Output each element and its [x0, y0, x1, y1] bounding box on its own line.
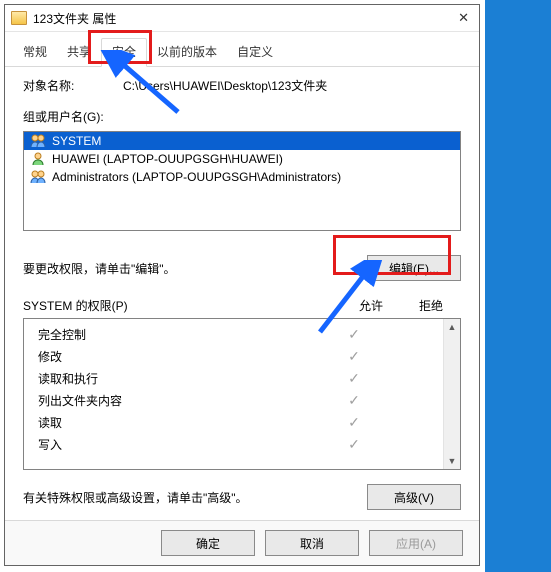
object-name-row: 对象名称: C:\Users\HUAWEI\Desktop\123文件夹 [23, 77, 461, 94]
tab-general[interactable]: 常规 [13, 39, 57, 66]
permissions-body: 完全控制✓修改✓读取和执行✓列出文件夹内容✓读取✓写入✓ [24, 319, 444, 469]
screen: 123文件夹 属性 ✕ 常规 共享 安全 以前的版本 自定义 对象名称: C:\… [0, 0, 551, 572]
permission-row: 完全控制✓ [24, 323, 444, 345]
allow-check-icon: ✓ [324, 326, 384, 343]
window-title: 123文件夹 属性 [33, 10, 454, 27]
users-icon [30, 170, 46, 184]
permission-name: 读取和执行 [38, 370, 324, 387]
scrollbar[interactable]: ▲ ▼ [443, 319, 460, 469]
permissions-header: SYSTEM 的权限(P) 允许 拒绝 [23, 297, 461, 314]
advanced-hint: 有关特殊权限或高级设置，请单击"高级"。 [23, 489, 248, 506]
list-item-label: Administrators (LAPTOP-OUUPGSGH\Administ… [52, 170, 341, 184]
permission-row: 读取和执行✓ [24, 367, 444, 389]
scroll-down-icon[interactable]: ▼ [444, 453, 460, 469]
edit-hint: 要更改权限，请单击"编辑"。 [23, 260, 176, 277]
permission-row: 列出文件夹内容✓ [24, 389, 444, 411]
list-item-label: SYSTEM [52, 134, 101, 148]
list-item[interactable]: SYSTEM [24, 132, 460, 150]
cancel-button[interactable]: 取消 [265, 530, 359, 556]
close-icon[interactable]: ✕ [454, 10, 473, 26]
allow-check-icon: ✓ [324, 370, 384, 387]
allow-header: 允许 [341, 297, 401, 314]
advanced-row: 有关特殊权限或高级设置，请单击"高级"。 高级(V) [23, 484, 461, 510]
permission-name: 写入 [38, 436, 324, 453]
tab-content: 对象名称: C:\Users\HUAWEI\Desktop\123文件夹 组或用… [5, 67, 479, 510]
object-name-label: 对象名称: [23, 77, 123, 94]
tab-strip: 常规 共享 安全 以前的版本 自定义 [5, 32, 479, 67]
permissions-listbox: 完全控制✓修改✓读取和执行✓列出文件夹内容✓读取✓写入✓ ▲ ▼ [23, 318, 461, 470]
list-item[interactable]: HUAWEI (LAPTOP-OUUPGSGH\HUAWEI) [24, 150, 460, 168]
list-item-label: HUAWEI (LAPTOP-OUUPGSGH\HUAWEI) [52, 152, 283, 166]
object-name-value: C:\Users\HUAWEI\Desktop\123文件夹 [123, 77, 461, 94]
titlebar: 123文件夹 属性 ✕ [5, 5, 479, 32]
deny-header: 拒绝 [401, 297, 461, 314]
properties-dialog: 123文件夹 属性 ✕ 常规 共享 安全 以前的版本 自定义 对象名称: C:\… [4, 4, 480, 566]
permission-row: 写入✓ [24, 433, 444, 455]
groups-listbox[interactable]: SYSTEM HUAWEI (LAPTOP-OUUPGSGH\HUAWEI) A… [23, 131, 461, 231]
folder-icon [11, 11, 27, 25]
permission-row: 修改✓ [24, 345, 444, 367]
permission-name: 读取 [38, 414, 324, 431]
allow-check-icon: ✓ [324, 392, 384, 409]
permission-name: 列出文件夹内容 [38, 392, 324, 409]
permission-name: 修改 [38, 348, 324, 365]
apply-button[interactable]: 应用(A) [369, 530, 463, 556]
allow-check-icon: ✓ [324, 348, 384, 365]
tab-previous-versions[interactable]: 以前的版本 [147, 39, 227, 66]
allow-check-icon: ✓ [324, 436, 384, 453]
permissions-title: SYSTEM 的权限(P) [23, 297, 341, 314]
tab-sharing[interactable]: 共享 [57, 39, 101, 66]
groups-label: 组或用户名(G): [23, 108, 461, 125]
user-icon [30, 152, 46, 166]
tab-customize[interactable]: 自定义 [227, 39, 283, 66]
ok-button[interactable]: 确定 [161, 530, 255, 556]
desktop-background [485, 0, 551, 572]
advanced-button[interactable]: 高级(V) [367, 484, 461, 510]
edit-button[interactable]: 编辑(E)... [367, 255, 461, 281]
tab-security[interactable]: 安全 [101, 38, 147, 67]
dialog-footer: 确定 取消 应用(A) [5, 520, 479, 565]
allow-check-icon: ✓ [324, 414, 384, 431]
permission-name: 完全控制 [38, 326, 324, 343]
scroll-up-icon[interactable]: ▲ [444, 319, 460, 335]
permission-row: 读取✓ [24, 411, 444, 433]
users-icon [30, 134, 46, 148]
edit-row: 要更改权限，请单击"编辑"。 编辑(E)... [23, 255, 461, 281]
list-item[interactable]: Administrators (LAPTOP-OUUPGSGH\Administ… [24, 168, 460, 186]
